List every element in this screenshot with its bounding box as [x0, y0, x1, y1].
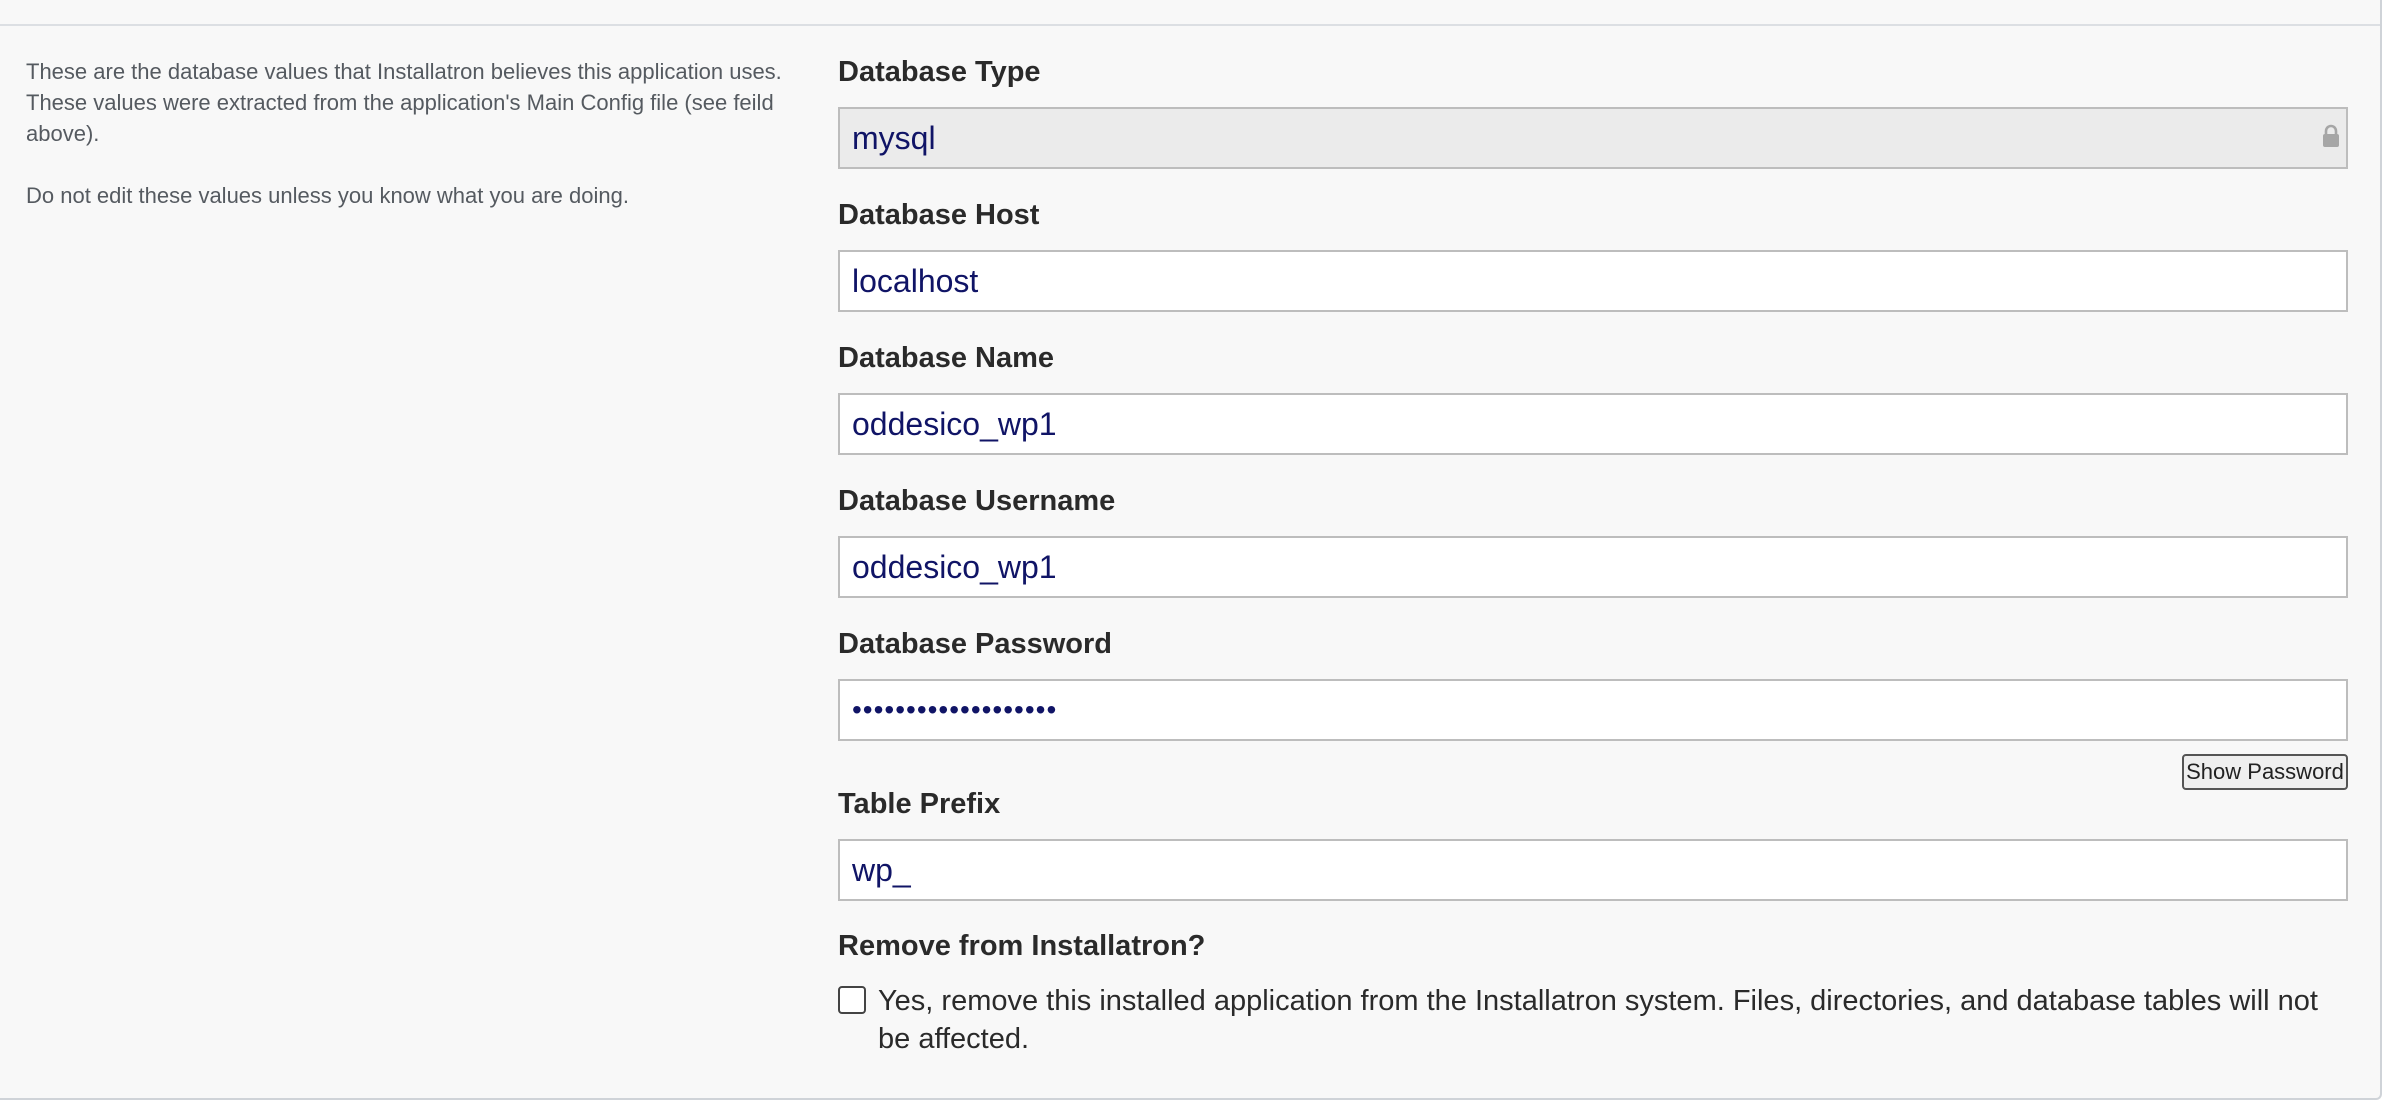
- database-name-field[interactable]: [838, 393, 2348, 455]
- database-settings-panel: These are the database values that Insta…: [0, 0, 2382, 1100]
- database-username-field[interactable]: [838, 536, 2348, 598]
- table-prefix-label: Table Prefix: [838, 788, 1001, 820]
- database-password-label: Database Password: [838, 628, 1113, 660]
- database-name-label: Database Name: [838, 342, 1054, 374]
- remove-label: Remove from Installatron?: [838, 930, 1206, 962]
- lock-icon: [2323, 124, 2339, 147]
- remove-checkbox-text[interactable]: Yes, remove this installed application f…: [878, 982, 2348, 1058]
- database-host-label: Database Host: [838, 199, 1040, 231]
- table-prefix-field[interactable]: [838, 839, 2348, 901]
- database-password-field[interactable]: [838, 679, 2348, 741]
- remove-checkbox[interactable]: [838, 986, 866, 1014]
- database-type-label: Database Type: [838, 56, 1041, 88]
- database-type-field: [838, 107, 2348, 169]
- show-password-button[interactable]: Show Password: [2182, 754, 2348, 790]
- help-text: These are the database values that Insta…: [26, 56, 786, 242]
- help-paragraph-2: Do not edit these values unless you know…: [26, 183, 629, 208]
- database-username-label: Database Username: [838, 485, 1116, 517]
- section-divider: [0, 24, 2380, 26]
- database-host-field[interactable]: [838, 250, 2348, 312]
- help-paragraph-1: These are the database values that Insta…: [26, 59, 782, 146]
